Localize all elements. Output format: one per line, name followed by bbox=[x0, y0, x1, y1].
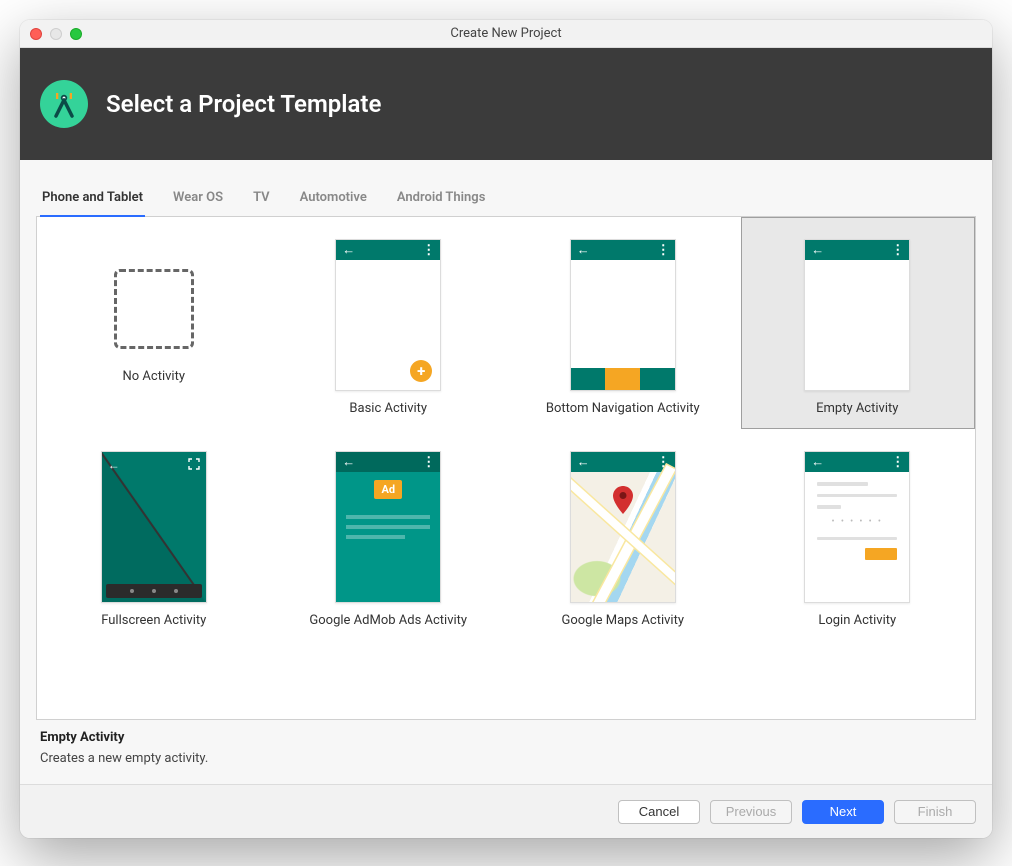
page-title: Select a Project Template bbox=[106, 90, 381, 118]
template-basic-activity[interactable]: ← ⋮ + Basic Activity bbox=[272, 217, 507, 429]
template-preview-icon: ← ⋮ Ad bbox=[335, 451, 441, 603]
template-preview-icon: ← bbox=[101, 451, 207, 603]
template-grid: No Activity ←⋮ + Basic Activity ←⋮ bbox=[37, 217, 975, 641]
back-arrow-icon: ← bbox=[342, 456, 355, 469]
ad-badge: Ad bbox=[374, 480, 402, 499]
minimize-window-button[interactable] bbox=[50, 28, 62, 40]
back-arrow-icon: ← bbox=[342, 244, 355, 257]
template-preview-icon: ←⋮ bbox=[570, 451, 676, 603]
fab-icon: + bbox=[410, 360, 432, 382]
tab-phone-and-tablet[interactable]: Phone and Tablet bbox=[40, 182, 145, 217]
back-arrow-icon: ← bbox=[811, 244, 824, 257]
template-preview-icon: ←⋮ bbox=[570, 239, 676, 391]
template-label: Empty Activity bbox=[749, 401, 967, 416]
titlebar: Create New Project bbox=[20, 20, 992, 48]
selection-title: Empty Activity bbox=[40, 730, 972, 745]
wizard-footer: Cancel Previous Next Finish bbox=[20, 784, 992, 838]
template-label: Bottom Navigation Activity bbox=[514, 401, 732, 416]
overflow-menu-icon: ⋮ bbox=[891, 456, 903, 469]
fullscreen-icon bbox=[188, 458, 200, 473]
back-arrow-icon: ← bbox=[577, 244, 590, 257]
overflow-menu-icon: ⋮ bbox=[891, 244, 903, 257]
banner: Select a Project Template bbox=[20, 48, 992, 160]
zoom-window-button[interactable] bbox=[70, 28, 82, 40]
content-area: Phone and Tablet Wear OS TV Automotive A… bbox=[20, 160, 992, 784]
overflow-menu-icon: ⋮ bbox=[422, 244, 434, 257]
tab-tv[interactable]: TV bbox=[251, 182, 272, 217]
template-preview-icon: ← ⋮ + bbox=[335, 239, 441, 391]
template-label: Google Maps Activity bbox=[514, 613, 732, 628]
template-admob-activity[interactable]: ← ⋮ Ad Google AdMob Ads Activity bbox=[272, 429, 507, 641]
previous-button[interactable]: Previous bbox=[710, 800, 792, 824]
template-preview-icon: ←⋮ bbox=[804, 239, 910, 391]
template-no-activity[interactable]: No Activity bbox=[37, 217, 272, 429]
template-label: No Activity bbox=[45, 369, 263, 384]
overflow-menu-icon: ⋮ bbox=[422, 456, 434, 469]
tab-android-things[interactable]: Android Things bbox=[395, 182, 488, 217]
window-title: Create New Project bbox=[20, 26, 992, 41]
template-fullscreen-activity[interactable]: ← Fullscreen Activity bbox=[37, 429, 272, 641]
tab-wear-os[interactable]: Wear OS bbox=[171, 182, 225, 217]
map-pin-icon bbox=[613, 486, 633, 518]
template-label: Login Activity bbox=[749, 613, 967, 628]
cancel-button[interactable]: Cancel bbox=[618, 800, 700, 824]
next-button[interactable]: Next bbox=[802, 800, 884, 824]
template-label: Fullscreen Activity bbox=[45, 613, 263, 628]
template-preview-icon bbox=[109, 269, 199, 359]
template-label: Basic Activity bbox=[280, 401, 498, 416]
category-tabs: Phone and Tablet Wear OS TV Automotive A… bbox=[36, 182, 976, 217]
template-google-maps-activity[interactable]: ←⋮ Google Maps Activity bbox=[506, 429, 741, 641]
template-preview-icon: ←⋮ • • • • • • bbox=[804, 451, 910, 603]
template-bottom-navigation-activity[interactable]: ←⋮ Bottom Navigation Activity bbox=[506, 217, 741, 429]
finish-button[interactable]: Finish bbox=[894, 800, 976, 824]
template-empty-activity[interactable]: ←⋮ Empty Activity bbox=[741, 217, 976, 429]
overflow-menu-icon: ⋮ bbox=[657, 244, 669, 257]
wizard-window: Create New Project Select a Project Temp… bbox=[20, 20, 992, 838]
selection-description-text: Creates a new empty activity. bbox=[40, 751, 972, 766]
selection-description: Empty Activity Creates a new empty activ… bbox=[36, 720, 976, 784]
back-arrow-icon: ← bbox=[577, 456, 590, 469]
android-studio-logo-icon bbox=[40, 80, 88, 128]
back-arrow-icon: ← bbox=[108, 458, 120, 473]
close-window-button[interactable] bbox=[30, 28, 42, 40]
template-label: Google AdMob Ads Activity bbox=[280, 613, 498, 628]
template-login-activity[interactable]: ←⋮ • • • • • • Login Activity bbox=[741, 429, 976, 641]
back-arrow-icon: ← bbox=[811, 456, 824, 469]
tab-automotive[interactable]: Automotive bbox=[298, 182, 369, 217]
window-controls bbox=[30, 28, 82, 40]
template-grid-container: No Activity ←⋮ + Basic Activity ←⋮ bbox=[36, 217, 976, 720]
